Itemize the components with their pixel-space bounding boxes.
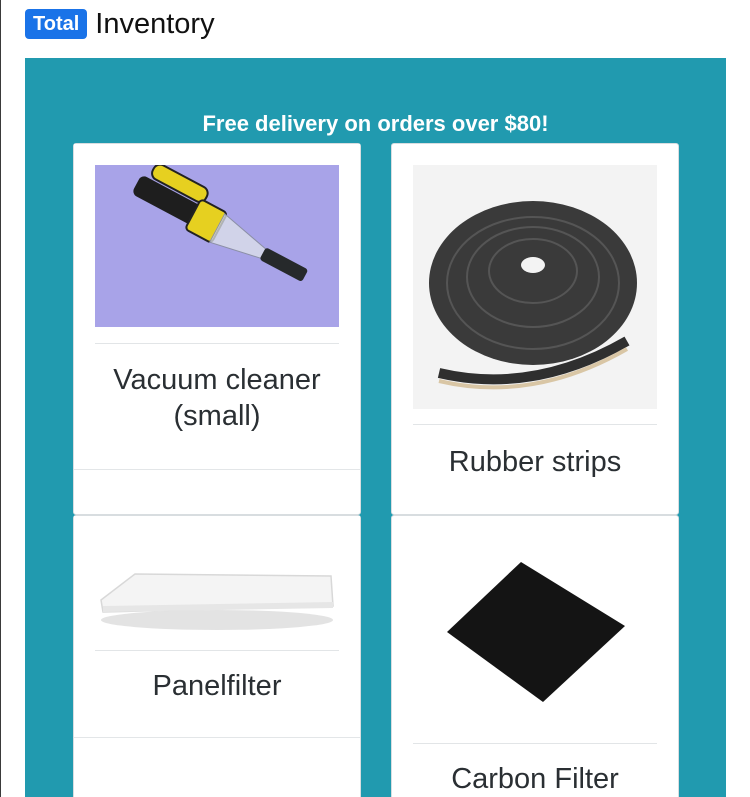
product-card-body: Vacuum cleaner (small): [74, 144, 360, 470]
vacuum-cleaner-image: [95, 165, 339, 327]
product-name: Rubber strips: [448, 446, 622, 478]
product-card-vacuum[interactable]: Vacuum cleaner (small): [73, 143, 361, 515]
left-border: [0, 0, 1, 797]
product-card-rubber-strips[interactable]: Rubber strips: [391, 143, 679, 515]
page-header: Total Inventory: [25, 6, 215, 42]
card-divider: [413, 743, 657, 744]
rubber-strips-image: [413, 165, 657, 409]
product-name: Vacuum cleaner (small): [113, 364, 321, 432]
carbon-filter-image: [447, 562, 625, 702]
product-card-panelfilter[interactable]: Panelfilter: [73, 515, 361, 797]
product-card-body: Panelfilter: [74, 516, 360, 738]
product-name: Panelfilter: [152, 670, 282, 702]
card-divider: [413, 424, 657, 425]
inventory-panel: Free delivery on orders over $80! Vacuum…: [25, 58, 726, 797]
product-name: Carbon Filter: [451, 763, 619, 795]
card-divider: [95, 650, 339, 651]
card-divider: [95, 343, 339, 344]
total-badge: Total: [25, 9, 88, 39]
promo-banner: Free delivery on orders over $80!: [202, 111, 549, 136]
page-title: Inventory: [95, 8, 215, 40]
panelfilter-image: [100, 573, 334, 630]
product-card-carbon-filter[interactable]: Carbon Filter: [391, 515, 679, 797]
